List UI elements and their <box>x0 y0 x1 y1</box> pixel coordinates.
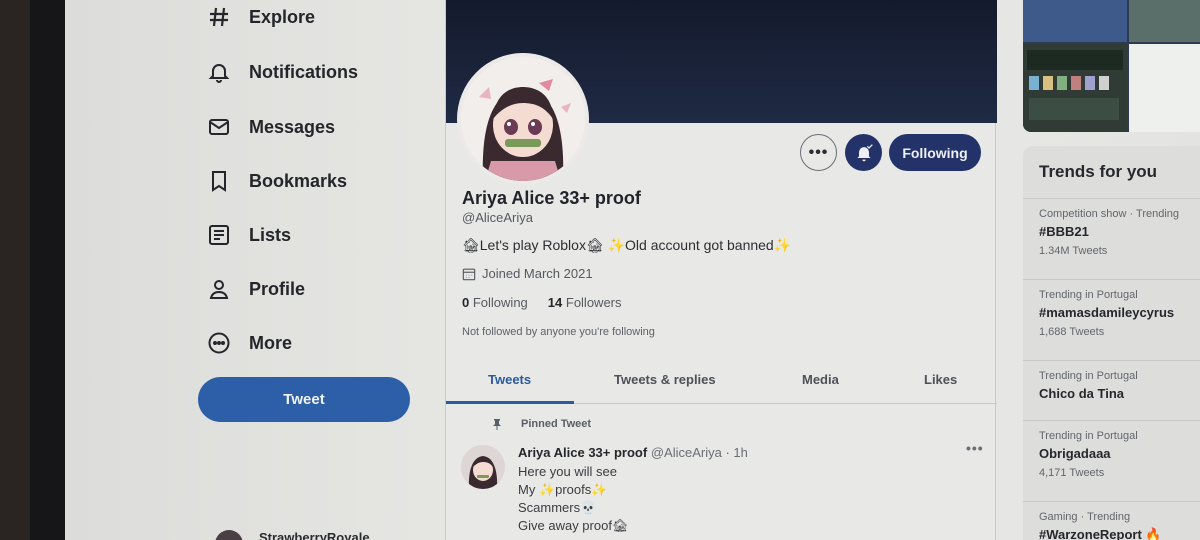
tab-tweets-and-replies[interactable]: Tweets & replies <box>614 372 716 387</box>
sidebar-item-label: Bookmarks <box>249 170 348 191</box>
media-preview-grid[interactable] <box>1023 0 1200 132</box>
media-thumbnail[interactable] <box>1023 0 1127 42</box>
profile-tabs: Tweets Tweets & replies Media Likes <box>446 358 997 404</box>
follow-counts: 0 Following 14 Followers <box>462 295 622 310</box>
bookmark-icon <box>205 167 233 195</box>
followers-count: 14 <box>547 295 563 310</box>
followers-count-label: Followers <box>565 295 622 310</box>
joined-text: Joined March 2021 <box>482 266 593 281</box>
sidebar-item-more[interactable]: More <box>205 323 292 363</box>
profile-display-name: Ariya Alice 33+ proof <box>462 188 641 208</box>
tweet-text-line: Here you will see <box>518 464 617 479</box>
pinned-tweet-label: Pinned Tweet <box>491 418 591 430</box>
trend-count: 1.34M Tweets <box>1039 245 1108 257</box>
more-options-button[interactable]: ••• <box>800 134 837 171</box>
trend-item[interactable]: Gaming · Trending #WarzoneReport 🔥 <box>1023 501 1200 540</box>
trend-count: 4,171 Tweets <box>1039 467 1105 479</box>
tweet-button[interactable]: Tweet <box>198 377 410 422</box>
tab-media[interactable]: Media <box>802 372 839 387</box>
envelope-icon <box>205 113 233 141</box>
tweet-handle-time[interactable]: @AliceAriya · 1h <box>651 445 748 460</box>
anime-girl-avatar-image <box>461 57 585 181</box>
hashtag-icon <box>205 3 233 31</box>
trend-item[interactable]: Competition show · Trending #BBB21 1.34M… <box>1023 198 1200 279</box>
account-name[interactable]: StrawberryRoyale <box>259 530 370 540</box>
list-icon <box>205 221 233 249</box>
following-count-label: Following <box>472 295 528 310</box>
tweet-author-name[interactable]: Ariya Alice 33+ proof <box>518 445 647 460</box>
pin-icon <box>493 419 501 430</box>
trends-title: Trends for you <box>1039 162 1158 181</box>
sidebar-item-bookmarks[interactable]: Bookmarks <box>205 161 347 201</box>
profile-bio: 🏚Let's play Roblox🏚 ✨Old account got ban… <box>462 237 792 253</box>
tweet-header: Ariya Alice 33+ proof @AliceAriya · 1h <box>518 445 748 460</box>
sidebar-item-messages[interactable]: Messages <box>205 107 335 147</box>
following-count: 0 <box>462 295 470 310</box>
sidebar-item-label: Profile <box>249 278 306 299</box>
profile-avatar[interactable] <box>457 53 589 185</box>
anime-girl-avatar-image <box>461 445 505 489</box>
screen: Explore Notifications Messages Bookmarks… <box>65 0 1200 540</box>
trend-meta: Competition show · Trending <box>1039 208 1180 220</box>
tab-tweets[interactable]: Tweets <box>488 372 531 387</box>
trend-name: Chico da Tina <box>1039 386 1124 401</box>
sidebar-item-label: Messages <box>249 116 336 137</box>
monitor-bezel <box>0 0 30 540</box>
trend-meta: Trending in Portugal <box>1039 430 1138 442</box>
profile-column: ••• Following Ariya Alice 33+ proof @Ali… <box>445 0 997 540</box>
tweet-text-line: My ✨proofs✨ <box>518 482 608 497</box>
monitor-bezel-edge <box>30 0 65 540</box>
trend-item[interactable]: Trending in Portugal #mamasdamileycyrus … <box>1023 279 1200 360</box>
tweet-text-line: Scammers💀 <box>518 500 597 515</box>
sidebar-item-profile[interactable]: Profile <box>205 269 305 309</box>
trend-name: #mamasdamileycyrus <box>1039 305 1175 320</box>
trend-name: #WarzoneReport 🔥 <box>1039 527 1162 540</box>
active-tab-indicator <box>446 401 574 404</box>
mutual-followers-note: Not followed by anyone you're following <box>462 326 655 338</box>
bell-icon <box>205 58 233 86</box>
sidebar-nav: Explore Notifications Messages Bookmarks… <box>65 0 445 540</box>
tweet-text-line: Give away proof🏚 <box>518 518 629 533</box>
avatar[interactable] <box>215 530 243 540</box>
tweet-more-button[interactable]: ••• <box>966 440 984 456</box>
following-button[interactable]: Following <box>889 134 981 171</box>
trend-item[interactable]: Trending in Portugal Chico da Tina <box>1023 360 1200 420</box>
followers-link[interactable]: 14 Followers <box>548 295 622 310</box>
trend-meta: Gaming · Trending <box>1039 511 1131 523</box>
notifications-toggle-button[interactable] <box>845 134 882 171</box>
following-link[interactable]: 0 Following <box>462 295 528 310</box>
trend-meta: Trending in Portugal <box>1039 289 1138 301</box>
sidebar-item-explore[interactable]: Explore <box>205 0 315 37</box>
sidebar-item-label: Lists <box>249 224 292 245</box>
more-circle-icon <box>205 329 233 357</box>
calendar-icon <box>462 268 476 280</box>
trend-name: #BBB21 <box>1039 224 1089 239</box>
sidebar-item-label: Notifications <box>249 61 359 82</box>
media-thumbnail[interactable] <box>1129 44 1200 132</box>
media-thumbnail[interactable] <box>1129 0 1200 42</box>
trend-meta: Trending in Portugal <box>1039 370 1138 382</box>
trend-item[interactable]: Trending in Portugal Obrigadaaa 4,171 Tw… <box>1023 420 1200 501</box>
sidebar-item-label: Explore <box>249 6 316 27</box>
tab-likes[interactable]: Likes <box>924 372 957 387</box>
trend-count: 1,688 Tweets <box>1039 326 1105 338</box>
trend-name: Obrigadaaa <box>1039 446 1111 461</box>
game-screenshot-image <box>1027 50 1123 120</box>
trends-panel: Trends for you Competition show · Trendi… <box>1023 146 1200 540</box>
sidebar-item-lists[interactable]: Lists <box>205 215 291 255</box>
person-icon <box>205 275 233 303</box>
media-thumbnail[interactable] <box>1023 44 1127 132</box>
sidebar-item-notifications[interactable]: Notifications <box>205 52 358 92</box>
tweet-author-avatar[interactable] <box>461 445 505 489</box>
bell-check-icon <box>856 143 873 161</box>
joined-date: Joined March 2021 <box>462 266 593 281</box>
profile-handle: @AliceAriya <box>462 210 533 225</box>
sidebar-item-label: More <box>249 332 293 353</box>
pinned-tweet-text: Pinned Tweet <box>521 418 592 430</box>
